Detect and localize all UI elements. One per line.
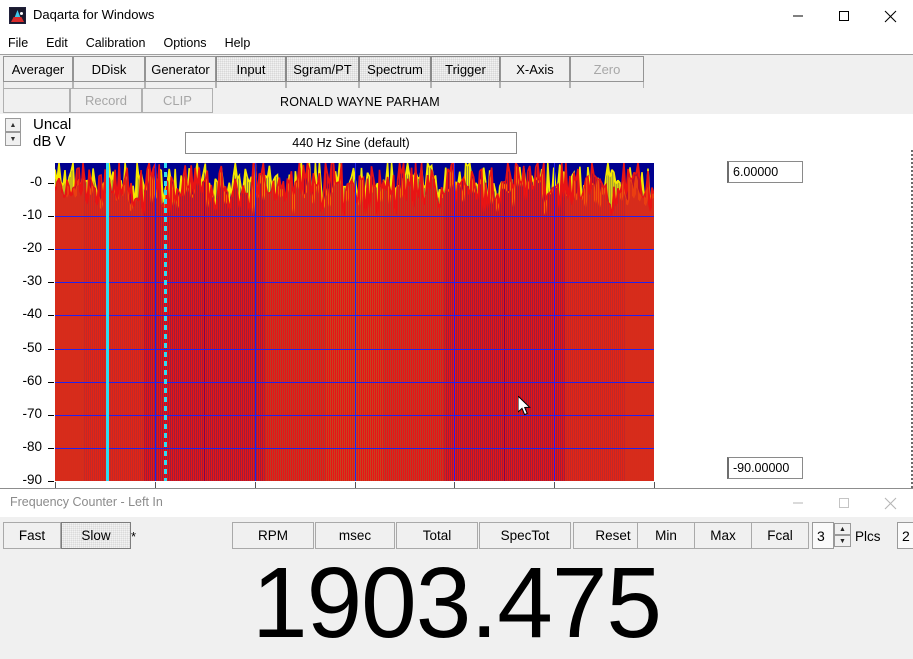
menu-item-options[interactable]: Options [163,34,215,52]
maximize-icon[interactable] [821,489,867,517]
tab-ddisk[interactable]: DDisk [73,56,145,82]
menu-item-file[interactable]: File [8,34,37,52]
window-title: Daqarta for Windows [33,7,154,22]
y-tick-mark [48,249,54,250]
tab-zero: Zero [570,56,644,82]
y-tick-label: -0 [0,174,42,189]
menu-item-calibration[interactable]: Calibration [86,34,155,52]
counter-button-min[interactable]: Min [637,522,695,549]
tab-x-axis[interactable]: X-Axis [500,56,570,82]
spectrum-plot[interactable] [55,163,654,481]
blank-button[interactable] [3,88,70,113]
grid-line-vertical [155,163,156,481]
counter-button-max[interactable]: Max [694,522,752,549]
y-tick-label: -20 [0,240,42,255]
down-arrow-icon[interactable]: ▼ [5,132,21,146]
up-arrow-icon[interactable]: ▲ [834,523,851,535]
tab-generator[interactable]: Generator [145,56,216,82]
grid-line-vertical [454,163,455,481]
spectrum-plot-area[interactable] [55,163,654,481]
counter-window-controls [775,489,913,517]
y-tick-mark [48,448,54,449]
tab-averager[interactable]: Averager [3,56,73,82]
maximize-icon[interactable] [821,0,867,32]
close-icon[interactable] [867,489,913,517]
y-tick-mark [48,382,54,383]
y-tick-mark [48,415,54,416]
y-tick-label: -90 [0,472,42,487]
grid-line-vertical [355,163,356,481]
y-tick-mark [48,282,54,283]
cursor-solid[interactable] [106,163,109,481]
counter-button-fcal[interactable]: Fcal [751,522,809,549]
y-tick-label: -80 [0,439,42,454]
counter-title: Frequency Counter - Left In [10,495,163,509]
units-label: Uncal dB V [33,117,71,149]
grid-line-vertical [255,163,256,481]
y-tick-mark [48,183,54,184]
down-arrow-icon[interactable]: ▼ [834,535,851,547]
signal-name-field[interactable]: 440 Hz Sine (default) [185,132,517,154]
user-name-label: RONALD WAYNE PARHAM [280,95,440,109]
y-tick-mark [48,349,54,350]
daqarta-app-icon [9,7,26,24]
minimize-icon[interactable] [775,0,821,32]
record-button[interactable]: Record [70,88,142,113]
counter-button-spectot[interactable]: SpecTot [479,522,571,549]
minimize-icon[interactable] [775,489,821,517]
y-tick-label: -70 [0,406,42,421]
y-tick-label: -50 [0,340,42,355]
tab-sgram-pt[interactable]: Sgram/PT [286,56,359,82]
tab-spectrum[interactable]: Spectrum [359,56,431,82]
mouse-pointer-icon [518,396,531,416]
y-tick-label: -30 [0,273,42,288]
places-stepper[interactable]: ▲ ▼ [834,523,851,548]
bottom-scale-value[interactable]: -90.00000 [727,457,803,479]
tab-input[interactable]: Input [216,56,286,82]
application-root: Daqarta for Windows File Edit Calibration O… [0,0,913,656]
y-tick-label: -60 [0,373,42,388]
scale-stepper[interactable]: ▲ ▼ [5,118,21,146]
counter-button-msec[interactable]: msec [315,522,395,549]
counter-button-rpm[interactable]: RPM [232,522,314,549]
units-line2: dB V [33,134,71,149]
y-tick-mark [48,216,54,217]
menu-bar: File Edit Calibration Options Help [0,32,913,54]
places-value[interactable]: 3 [812,522,834,549]
counter-button-fast[interactable]: Fast [3,522,61,549]
up-arrow-icon[interactable]: ▲ [5,118,21,132]
grid-line-vertical [554,163,555,481]
main-window: Daqarta for Windows File Edit Calibration O… [0,0,913,488]
y-tick-label: -40 [0,306,42,321]
tab-trigger[interactable]: Trigger [431,56,500,82]
counter-button-slow[interactable]: Slow [61,522,131,549]
cursor-dashed[interactable] [164,163,167,481]
record-toolbar: Record CLIP [0,88,913,114]
menu-item-edit[interactable]: Edit [46,34,77,52]
y-tick-mark [48,481,54,482]
window-controls [775,0,913,32]
star-label: * [131,529,136,544]
places-label: Plcs [855,529,881,544]
counter-title-bar: Frequency Counter - Left In [0,489,913,517]
units-line1: Uncal [33,116,71,133]
frequency-counter-window: Frequency Counter - Left In * 3 ▲ ▼ Plcs [0,488,913,657]
close-icon[interactable] [867,0,913,32]
y-tick-mark [48,315,54,316]
menu-item-help[interactable]: Help [225,34,260,52]
title-bar: Daqarta for Windows [0,0,913,32]
counter-button-total[interactable]: Total [396,522,478,549]
counter-reading: 1903.475 [0,553,913,653]
top-scale-value[interactable]: 6.00000 [727,161,803,183]
extra-value[interactable]: 2 [897,522,913,549]
y-tick-label: -10 [0,207,42,222]
clip-button[interactable]: CLIP [142,88,213,113]
